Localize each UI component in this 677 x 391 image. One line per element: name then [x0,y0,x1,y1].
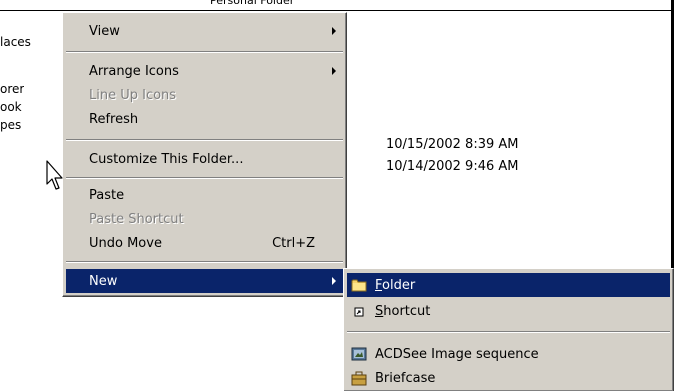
accelerator-text: Ctrl+Z [272,235,315,251]
date-modified-2: 10/14/2002 9:46 AM [386,159,519,174]
menu-item-paste[interactable]: Paste [66,183,343,207]
submenu-arrow-icon [332,277,336,285]
menu-item-new[interactable]: New [66,269,343,293]
menu-separator [66,177,343,179]
new-submenu: Folder Shortcut ACDSee Image sequence Br… [343,268,674,391]
shortcut-icon [354,307,364,317]
submenu-arrow-icon [332,27,336,35]
date-modified-1: 10/15/2002 8:39 AM [386,137,519,152]
menu-item-refresh[interactable]: Refresh [66,107,343,131]
acdsee-icon [351,347,367,361]
menu-item-arrange-icons[interactable]: Arrange Icons [66,59,343,83]
submenu-item-briefcase[interactable]: Briefcase [347,366,670,390]
left-pane: laces orer ook pes [0,0,62,391]
menu-item-undo-move[interactable]: Undo Move Ctrl+Z [66,231,343,255]
menu-separator [66,139,343,141]
submenu-item-folder[interactable]: Folder [347,273,670,297]
file-dates: 10/15/2002 8:39 AM 10/14/2002 9:46 AM [386,134,519,178]
menu-separator [66,51,343,53]
menu-item-line-up-icons: Line Up Icons [89,87,177,103]
submenu-arrow-icon [332,67,336,75]
window-top-border [0,10,674,11]
briefcase-icon [351,371,367,386]
submenu-item-shortcut[interactable]: Shortcut [347,299,670,323]
context-menu: View Arrange Icons Line Up Icons Refresh… [62,12,347,297]
folder-icon [351,279,367,292]
mouse-pointer-icon [46,160,63,190]
menu-separator [347,331,670,333]
cut-off-title: Personal Folder [210,0,295,7]
left-label-outlook[interactable]: ook [0,99,22,115]
menu-item-paste-shortcut: Paste Shortcut [89,211,184,227]
menu-separator [66,261,343,263]
left-label-explorer[interactable]: orer [0,81,24,97]
left-label-places[interactable]: laces [0,34,31,50]
submenu-item-acdsee-image-sequence[interactable]: ACDSee Image sequence [347,342,670,366]
menu-item-customize-folder[interactable]: Customize This Folder... [66,147,343,171]
menu-item-view[interactable]: View [66,19,343,43]
left-label-types[interactable]: pes [0,117,21,133]
